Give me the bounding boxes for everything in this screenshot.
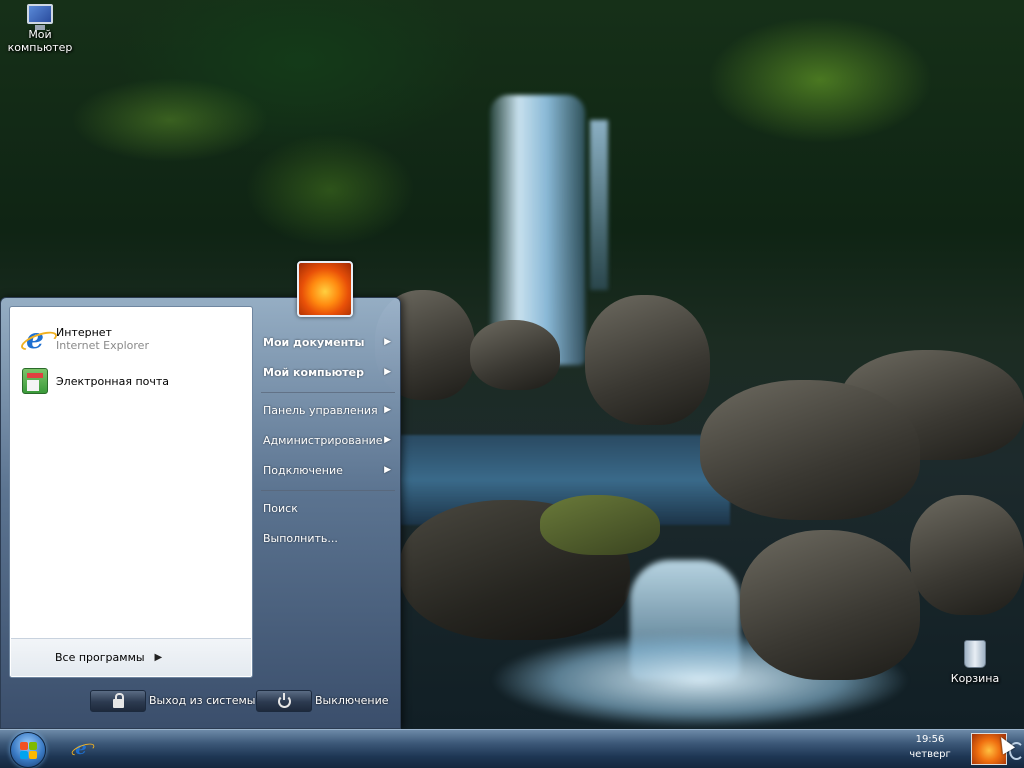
all-programs-button[interactable]: Все программы ▶ <box>11 638 251 676</box>
recycle-bin-icon <box>964 640 986 668</box>
start-menu-programs-pane: e Интернет Internet Explorer Электронная… <box>9 306 253 678</box>
menu-item-my-documents[interactable]: Мои документы ▶ <box>257 330 395 354</box>
menu-item-label: Панель управления <box>263 403 378 417</box>
menu-separator <box>261 490 395 491</box>
mossy-rock <box>540 495 660 555</box>
menu-separator <box>261 392 395 393</box>
chevron-right-icon: ▶ <box>384 465 391 475</box>
tray-clock[interactable]: 19:56 четверг <box>900 732 960 762</box>
menu-item-search[interactable]: Поиск <box>257 496 395 520</box>
menu-item-label: Мои документы <box>263 335 365 349</box>
start-menu-power-bar: Выход из системы Выключение <box>0 686 401 716</box>
windows-logo-icon <box>20 742 38 760</box>
rock <box>740 530 920 680</box>
menu-item-administration[interactable]: Администрирование ▶ <box>257 428 395 452</box>
menu-item-label: Подключение <box>263 463 343 477</box>
chevron-right-icon: ▶ <box>154 652 163 663</box>
waterfall-side <box>590 120 608 290</box>
rock <box>585 295 710 425</box>
menu-item-control-panel[interactable]: Панель управления ▶ <box>257 398 395 422</box>
all-programs-label: Все программы <box>55 651 145 664</box>
menu-item-label: Администрирование <box>263 433 383 447</box>
user-account-picture[interactable] <box>297 261 353 317</box>
computer-icon <box>27 4 53 30</box>
internet-explorer-icon: e <box>75 738 87 759</box>
start-menu: e Интернет Internet Explorer Электронная… <box>0 297 401 729</box>
internet-explorer-icon: e <box>26 322 44 355</box>
chevron-right-icon: ▶ <box>384 435 391 445</box>
chevron-right-icon: ▶ <box>384 405 391 415</box>
mail-icon <box>22 368 48 394</box>
chevron-right-icon: ▶ <box>384 367 391 377</box>
desktop-icon-label: Мой компьютер <box>7 28 73 54</box>
program-name: Электронная почта <box>56 374 170 388</box>
chevron-right-icon: ▶ <box>384 337 391 347</box>
shutdown-label[interactable]: Выключение <box>315 694 389 707</box>
pinned-program-internet[interactable]: e Интернет Internet Explorer <box>20 321 248 357</box>
menu-item-label: Мой компьютер <box>263 365 365 379</box>
rock <box>910 495 1024 615</box>
rock <box>470 320 560 390</box>
taskbar: e 19:56 четверг <box>0 729 1024 768</box>
rock <box>700 380 920 520</box>
desktop-icon-label: Корзина <box>950 672 1000 685</box>
program-name: Интернет <box>56 326 112 339</box>
desktop-icon-my-computer[interactable]: Мой компьютер <box>0 4 80 54</box>
menu-item-connect[interactable]: Подключение ▶ <box>257 458 395 482</box>
power-icon <box>277 692 291 708</box>
pinned-program-email[interactable]: Электронная почта <box>20 363 248 399</box>
desktop-icon-recycle-bin[interactable]: Корзина <box>935 640 1015 685</box>
menu-item-my-computer[interactable]: Мой компьютер ▶ <box>257 360 395 384</box>
program-subtitle: Internet Explorer <box>56 339 149 352</box>
lock-icon <box>112 692 124 708</box>
clock-time: 19:56 <box>915 734 945 745</box>
logoff-button[interactable] <box>90 690 146 712</box>
menu-item-label: Поиск <box>263 501 298 515</box>
quick-launch-internet-explorer[interactable]: e <box>70 738 92 760</box>
menu-item-run[interactable]: Выполнить... <box>257 526 395 550</box>
logoff-label[interactable]: Выход из системы <box>149 694 255 707</box>
shutdown-button[interactable] <box>256 690 312 712</box>
menu-item-label: Выполнить... <box>263 531 338 545</box>
start-button[interactable] <box>10 732 46 768</box>
clock-day: четверг <box>909 749 951 760</box>
